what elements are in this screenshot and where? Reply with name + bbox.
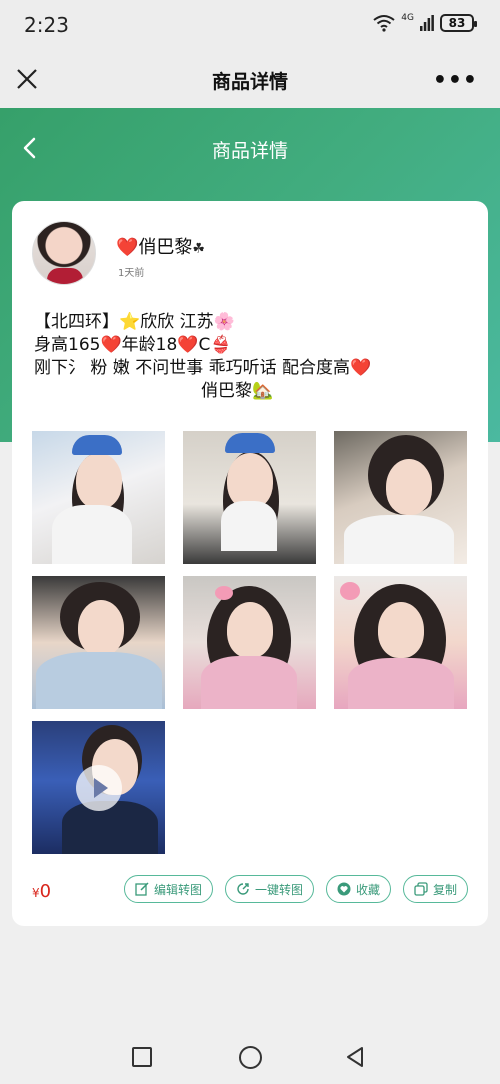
edit-image-button[interactable]: 编辑转图 [123, 875, 213, 903]
description-line-2: 身高165❤️年龄18❤️C👙 [34, 335, 232, 355]
top-bar: 商品详情 ••• [0, 50, 500, 108]
copy-icon [414, 882, 428, 896]
description-line-4: 俏巴黎🏡 [201, 381, 274, 401]
one-click-convert-button[interactable]: 一键转图 [224, 875, 314, 903]
play-icon[interactable] [76, 765, 122, 811]
photo-thumbnail[interactable] [183, 431, 316, 564]
photo-thumbnail[interactable] [32, 576, 165, 709]
heart-emoji: ❤️ [177, 335, 199, 355]
photo-thumbnail[interactable] [334, 576, 467, 709]
edit-icon [135, 882, 149, 896]
photo-thumbnail[interactable] [183, 576, 316, 709]
status-time: 2:23 [24, 13, 69, 37]
more-icon[interactable]: ••• [433, 68, 478, 93]
copy-label: 复制 [432, 882, 457, 897]
star-emoji: ⭐ [119, 312, 141, 332]
heart-icon [337, 882, 351, 896]
description-line-1: 【北四环】⭐欣欣 江苏🌸 [34, 312, 235, 332]
post-time: 1天前 [118, 268, 145, 279]
price: ¥0 [32, 881, 51, 902]
status-icons: 4G 83 [373, 13, 477, 32]
heart-emoji: ❤️ [100, 335, 122, 355]
username[interactable]: ❤️俏巴黎☘ [116, 233, 205, 259]
home-icon[interactable] [239, 1046, 262, 1069]
video-thumbnail[interactable] [32, 721, 165, 854]
heart-emoji: ❤️ [350, 358, 372, 378]
wifi-icon [373, 15, 395, 32]
post-description: 【北四环】⭐欣欣 江苏🌸 身高165❤️年龄18❤️C👙 刚下氵 粉 嫩 不问世… [34, 311, 474, 403]
heart-emoji: ❤️ [116, 237, 139, 258]
signal-label: 4G [401, 13, 414, 23]
clover-emoji: ☘ [192, 241, 205, 257]
top-bar-title: 商品详情 [211, 71, 288, 93]
share-icon [237, 883, 249, 895]
battery-icon: 83 [440, 14, 477, 32]
favorite-label: 收藏 [355, 882, 380, 897]
description-line-3: 刚下氵 粉 嫩 不问世事 乖巧听话 配合度高❤️ [34, 358, 372, 378]
bikini-emoji: 👙 [210, 335, 232, 355]
system-nav-bar [0, 1030, 500, 1084]
currency-symbol: ¥ [32, 886, 40, 900]
favorite-button[interactable]: 收藏 [325, 875, 391, 903]
one-click-convert-label: 一键转图 [254, 882, 303, 897]
flower-emoji: 🌸 [213, 312, 235, 332]
edit-image-label: 编辑转图 [153, 882, 202, 897]
back-icon[interactable] [344, 1046, 366, 1068]
copy-button[interactable]: 复制 [402, 875, 468, 903]
avatar[interactable] [32, 221, 96, 285]
recent-apps-icon[interactable] [132, 1047, 152, 1067]
price-value: 0 [39, 881, 52, 902]
photo-thumbnail[interactable] [32, 431, 165, 564]
status-bar: 2:23 4G 83 [0, 0, 500, 50]
photo-thumbnail[interactable] [334, 431, 467, 564]
post-card: ❤️俏巴黎☘ 1天前 【北四环】⭐欣欣 江苏🌸 身高165❤️年龄18❤️C👙 … [12, 201, 488, 926]
page-title: 商品详情 [211, 140, 288, 162]
action-buttons: 编辑转图 一键转图 收藏 复制 [123, 875, 468, 903]
signal-icon [420, 15, 434, 31]
house-emoji: 🏡 [252, 381, 274, 401]
username-text: 俏巴黎 [138, 237, 193, 258]
